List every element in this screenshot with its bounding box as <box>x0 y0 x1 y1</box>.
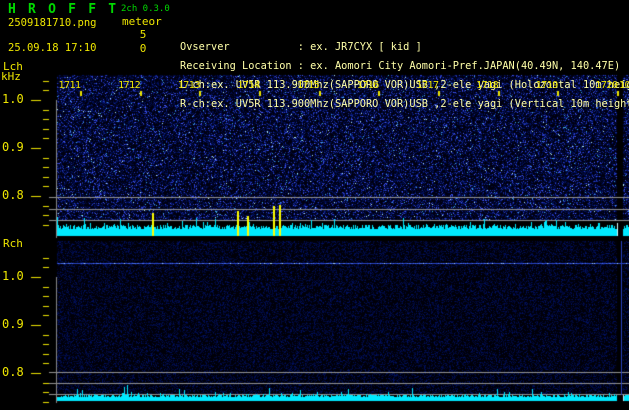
rch-freq-axis-label: 0.8 <box>2 365 24 379</box>
lch-freq-axis-label: 0.9 <box>2 140 24 154</box>
time-axis-label: 1713 <box>177 80 201 91</box>
lch-freq-axis-label: 1.0 <box>2 92 24 106</box>
lch-freq-axis-label: 0.8 <box>2 188 24 202</box>
observer-info-line: Ovserver : ex. JR7CYX [ kid ] <box>180 41 422 53</box>
hrofft-app-window: H R O F F T 2ch 0.3.0 2509181710.png 25.… <box>0 0 629 410</box>
rch-meteor-count: 0 <box>139 42 147 55</box>
app-version: 2ch 0.3.0 <box>121 4 170 14</box>
datetime-label: 25.09.18 17:10 <box>8 42 97 54</box>
app-title: H R O F F T <box>8 2 119 17</box>
rch-rig-info-line: R-ch:ex. UV5R 113.900Mhz(SAPPORO VOR)USB… <box>180 98 629 110</box>
rch-freq-axis-label: 1.0 <box>2 269 24 283</box>
rch-freq-axis-label: 0.9 <box>2 317 24 331</box>
time-axis-label: 1716 <box>356 80 380 91</box>
station-info-block: Ovserver : ex. JR7CYX [ kid ] Receiving … <box>180 2 629 116</box>
time-axis-label: 1717 <box>416 80 439 91</box>
output-filename: 2509181710.png <box>8 17 97 29</box>
rch-channel-label: Rch <box>3 237 23 250</box>
time-axis-label: 1718 <box>476 80 499 91</box>
time-axis-label: 1715 <box>297 80 320 91</box>
time-axis-label: 1711 <box>58 80 81 91</box>
lch-meteor-count: 5 <box>139 28 147 41</box>
khz-unit-label: kHz <box>1 70 21 83</box>
time-axis-label: 1712 <box>118 80 141 91</box>
time-axis-label: 1720 <box>595 80 618 91</box>
meteor-counter-label: meteor <box>122 15 162 28</box>
time-axis-label: 1714 <box>237 80 260 91</box>
location-info-line: Receiving Location : ex. Aomori City Aom… <box>180 60 621 72</box>
time-axis-label: 1719 <box>535 80 559 91</box>
time-axis-label-clipped: 10 <box>619 80 629 91</box>
